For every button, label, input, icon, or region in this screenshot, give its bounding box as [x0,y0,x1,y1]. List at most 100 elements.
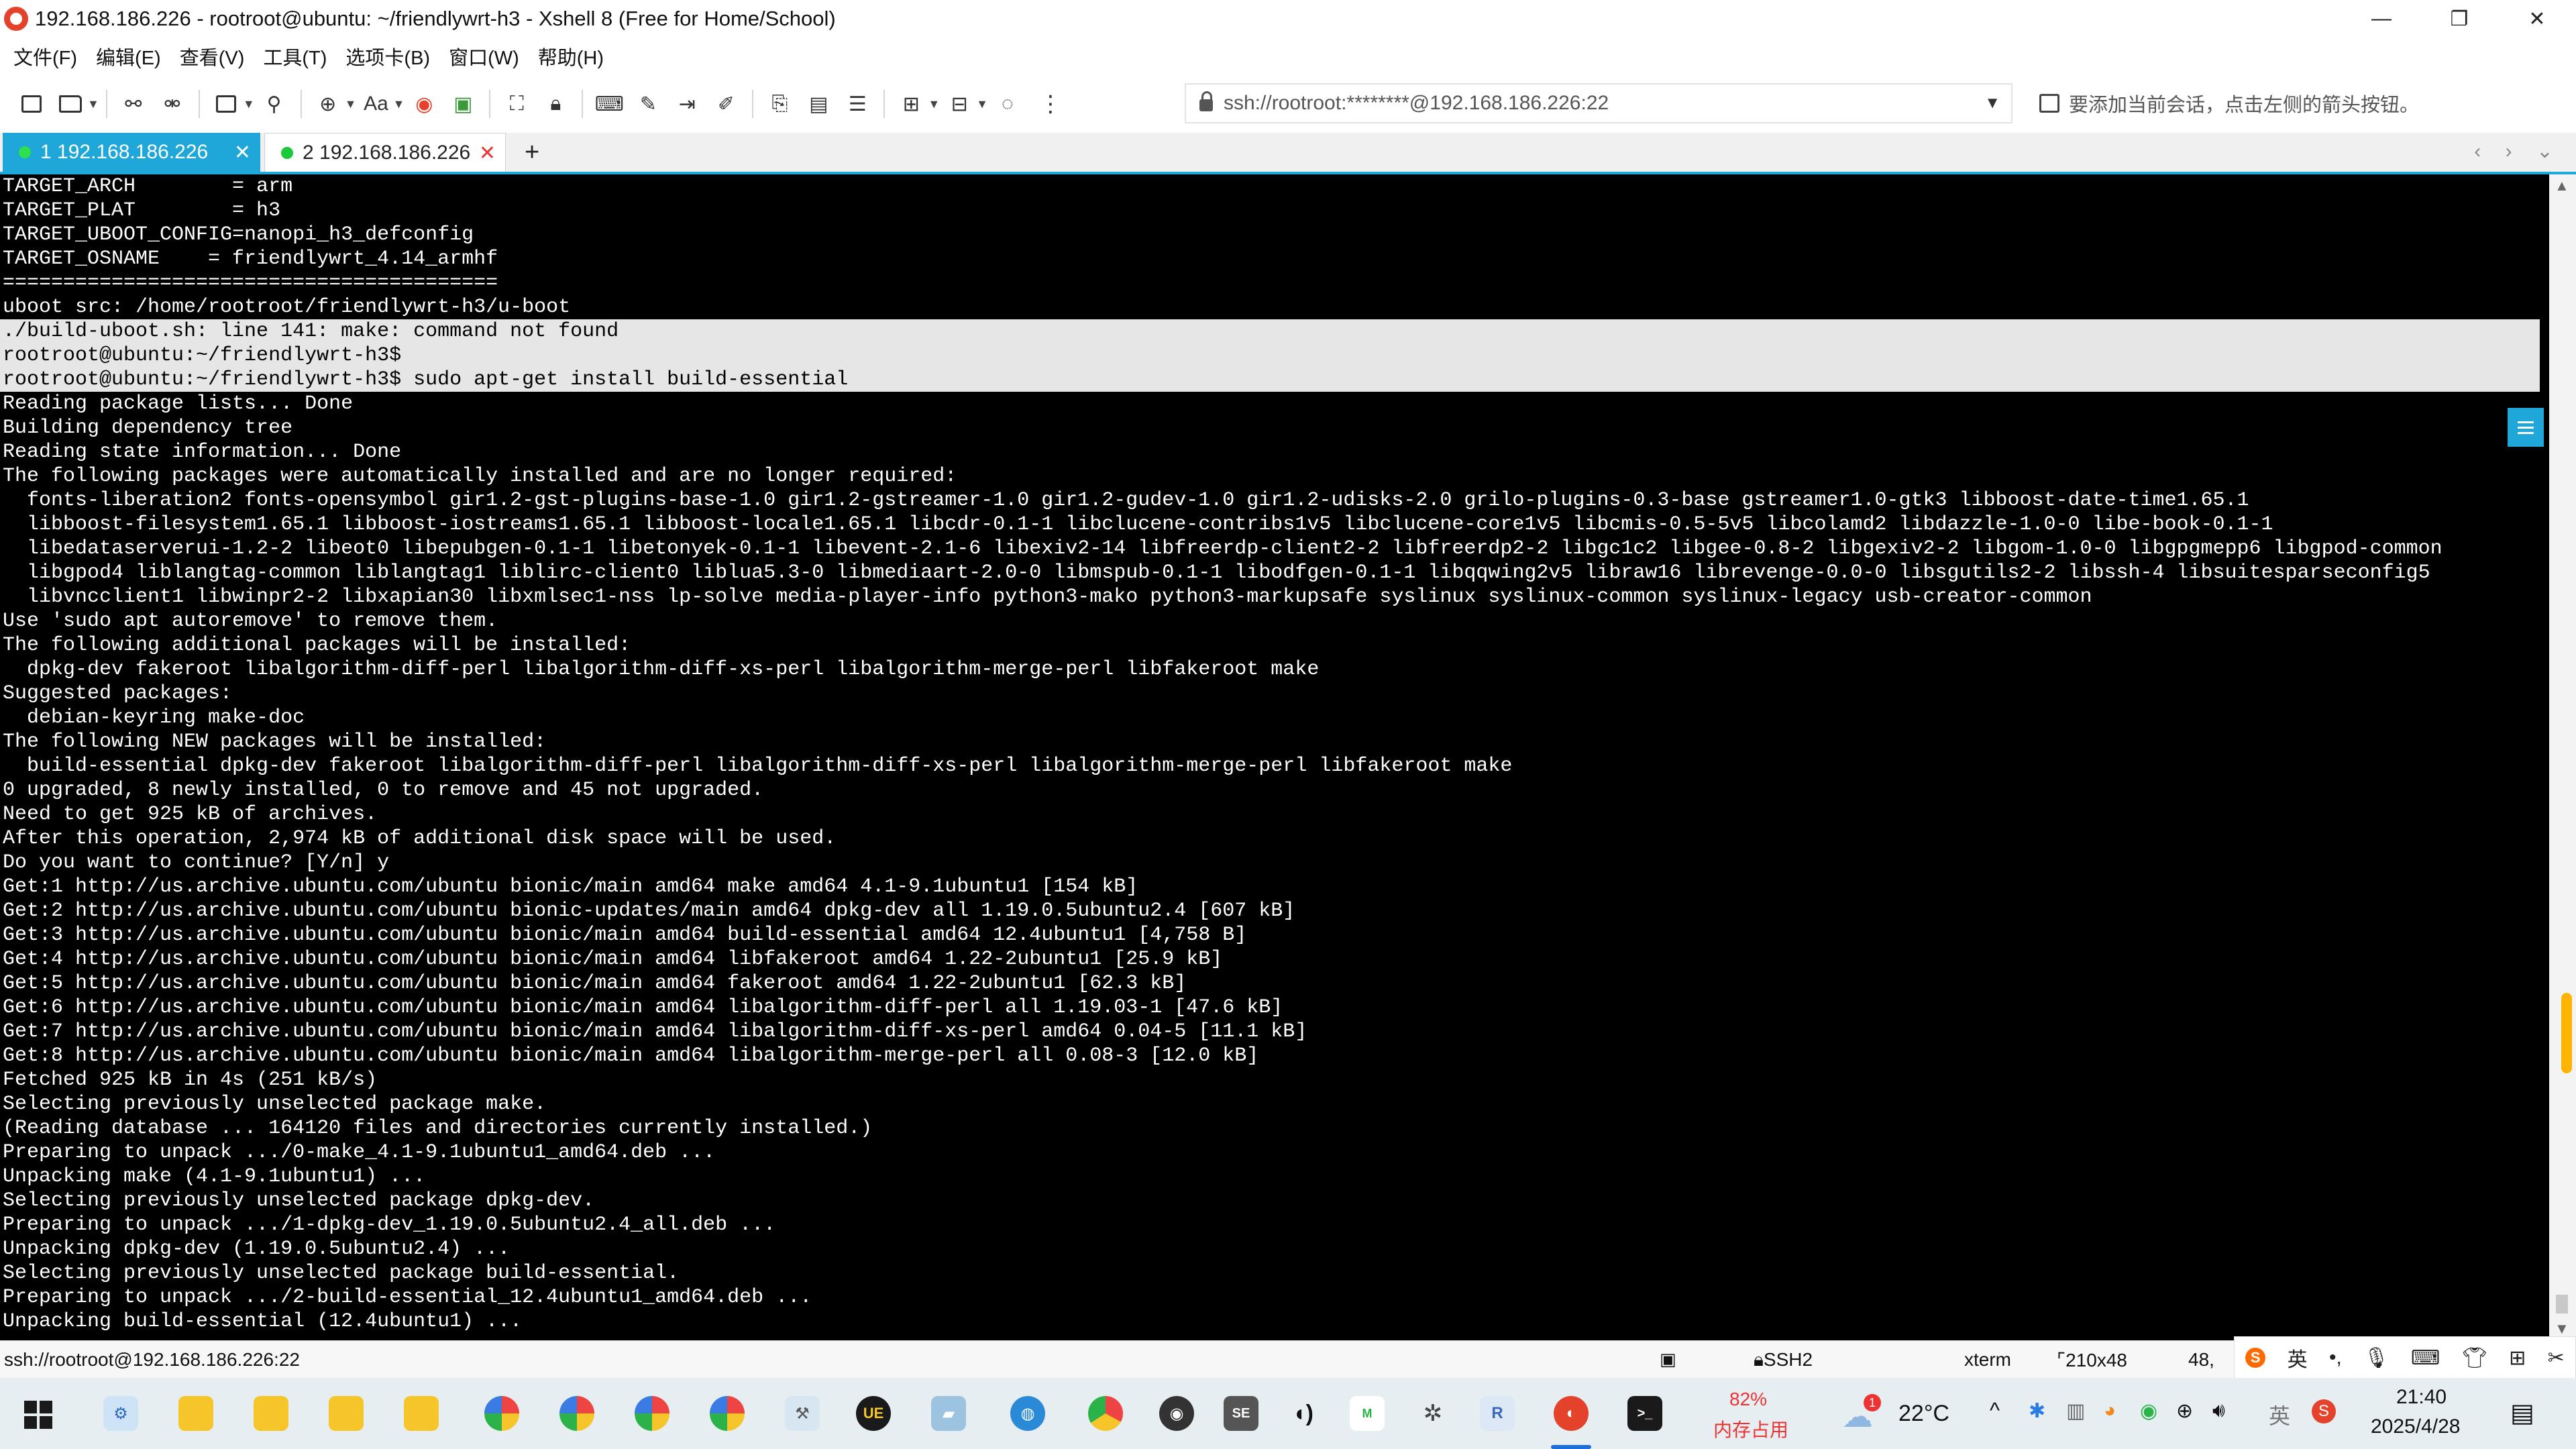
chevron-down-icon[interactable]: ▼ [392,97,405,111]
menu-window[interactable]: 窗口(W) [437,42,526,70]
scrollbar-thumb[interactable] [2556,1295,2568,1313]
chevron-down-icon[interactable]: ▼ [345,97,357,111]
bluetooth-icon[interactable]: ✱ [2029,1399,2045,1423]
font-icon[interactable]: Aa [361,89,390,119]
notepad-app-icon[interactable]: ▰ [931,1396,966,1431]
close-icon[interactable]: ✕ [234,141,251,164]
windows-start-icon[interactable] [24,1401,52,1429]
tab-session-1[interactable]: 1 192.168.186.226 ✕ [3,133,260,172]
chevron-down-icon[interactable]: ▼ [87,97,99,111]
address-bar[interactable]: ssh://rootroot:********@192.168.186.226:… [1185,83,2012,123]
chrome-app-icon[interactable] [1088,1396,1123,1431]
layout-icon[interactable]: ⊟ [945,89,974,119]
menu-tools[interactable]: 工具(T) [251,42,333,70]
mfc-app-icon[interactable]: M [1350,1396,1385,1431]
tool-app-icon[interactable]: ⚒ [785,1396,820,1431]
menu-file[interactable]: 文件(F) [0,42,84,70]
connect-icon[interactable]: ⚯ [119,89,148,119]
scroll-up-icon[interactable]: ▲ [2555,177,2569,195]
folder-app-icon[interactable] [404,1396,439,1431]
chevron-down-icon[interactable]: ▼ [976,97,988,111]
security-icon[interactable]: ◉ [2140,1399,2157,1423]
script-icon[interactable]: ✐ [711,89,741,119]
open-folder-icon[interactable] [56,89,85,119]
session-info-icon[interactable]: ▣ [1660,1349,1676,1370]
chrome-app-icon[interactable] [635,1396,669,1431]
tab-navigation-arrows[interactable]: ‹ › ⌄ [2474,140,2563,163]
side-panel-icon[interactable] [2508,408,2544,447]
more-options-icon[interactable]: ⋮ [1039,91,1062,117]
add-tab-icon[interactable]: ⊞ [896,89,926,119]
notes-icon[interactable]: ☰ [843,89,872,119]
sogou-logo-icon[interactable]: S [2245,1348,2266,1368]
clock-date[interactable]: 2025/4/28 [2371,1415,2460,1438]
xshell-app-icon[interactable]: ◐ [1554,1396,1589,1431]
sogou-tray-icon[interactable]: S [2312,1399,2336,1424]
transfer-icon[interactable]: ▣ [448,89,478,119]
search-icon[interactable]: ⚲ [260,89,289,119]
minimize-button[interactable]: — [2343,0,2420,38]
device-icon[interactable]: ▥ [2066,1399,2085,1423]
xftp-icon[interactable]: ◉ [409,89,439,119]
app-tray-icon[interactable]: ◕ [2104,1399,2116,1422]
add-tab-button[interactable]: + [525,133,539,172]
compose-icon[interactable]: ✎ [633,89,663,119]
volume-icon[interactable]: 🔊︎ [2212,1399,2225,1422]
chevron-down-icon[interactable]: ▼ [1984,94,2000,113]
tab-session-2[interactable]: 2 192.168.186.226 ✕ [264,133,506,172]
explorer-app-icon[interactable]: ⚙ [103,1396,138,1431]
grid-icon[interactable]: ⊞ [2509,1346,2526,1370]
folder-app-icon[interactable] [329,1396,364,1431]
new-session-icon[interactable] [17,89,46,119]
ime-mode[interactable]: 英 [2288,1343,2308,1373]
bookmark-icon[interactable] [2039,94,2059,113]
notification-center-icon[interactable]: ▤ [2510,1398,2534,1428]
audio-app-icon[interactable]: ◖) [1285,1396,1320,1431]
chevron-down-icon[interactable]: ▼ [243,97,255,111]
new-window-icon[interactable] [211,89,241,119]
close-button[interactable]: ✕ [2498,0,2576,38]
capture-app-icon[interactable]: ◉ [1159,1396,1194,1431]
menu-view[interactable]: 查看(V) [168,42,252,70]
copy-icon[interactable]: ⎘ [765,89,794,119]
notification-handle[interactable] [2561,993,2572,1073]
punctuation-icon[interactable]: •, [2329,1346,2342,1369]
terminal-app-icon[interactable]: >_ [1627,1396,1662,1431]
network-tool-app-icon[interactable]: ✲ [1415,1396,1450,1431]
chrome-app-icon[interactable] [484,1396,519,1431]
skin-icon[interactable]: 👕︎ [2462,1346,2487,1370]
ultraedit-app-icon[interactable]: UE [856,1396,891,1431]
send-icon[interactable]: ⇥ [672,89,702,119]
tools-icon[interactable]: ✂ [2548,1346,2565,1370]
scroll-down-icon[interactable]: ▼ [2555,1320,2569,1338]
chevron-down-icon[interactable]: ▼ [928,97,940,111]
sourceinsight-app-icon[interactable]: SE [1224,1396,1258,1431]
globe-icon[interactable]: ⊕ [313,89,343,119]
menu-edit[interactable]: 编辑(E) [84,42,168,70]
folder-app-icon[interactable] [254,1396,288,1431]
keyboard-icon[interactable]: ⌨ [2411,1346,2440,1370]
microphone-icon[interactable]: 🎙︎ [2363,1346,2389,1370]
clock-time[interactable]: 21:40 [2396,1386,2447,1409]
keyboard-icon[interactable]: ⌨ [594,89,624,119]
log-icon[interactable]: ▤ [804,89,833,119]
terminal-scrollbar[interactable]: ▲ ▼ [2549,174,2576,1340]
chrome-app-icon[interactable] [710,1396,745,1431]
menu-tabs[interactable]: 选项卡(B) [333,42,437,70]
disconnect-icon[interactable]: ⚮ [158,89,187,119]
weather-temp[interactable]: 22°C [1898,1401,1949,1427]
ime-language-indicator[interactable]: 英 [2269,1399,2290,1430]
restore-button[interactable]: ❐ [2420,0,2498,38]
remote-app-icon[interactable]: R [1480,1396,1515,1431]
chrome-app-icon[interactable] [559,1396,594,1431]
folder-app-icon[interactable] [178,1396,213,1431]
chevron-up-icon[interactable]: ^ [1990,1398,2000,1423]
menu-help[interactable]: 帮助(H) [526,42,610,70]
terminal-output[interactable]: TARGET_ARCH = arm TARGET_PLAT = h3 TARGET_… [0,174,2549,1340]
chat-icon[interactable]: ◌ [993,89,1022,119]
fullscreen-icon[interactable]: ⛶ [502,89,531,119]
close-icon[interactable]: ✕ [479,142,496,165]
network-globe-icon[interactable]: ⊕ [2176,1399,2193,1423]
lock-icon[interactable]: 🔒︎ [541,89,570,119]
browser-app-icon[interactable]: ◍ [1010,1396,1045,1431]
